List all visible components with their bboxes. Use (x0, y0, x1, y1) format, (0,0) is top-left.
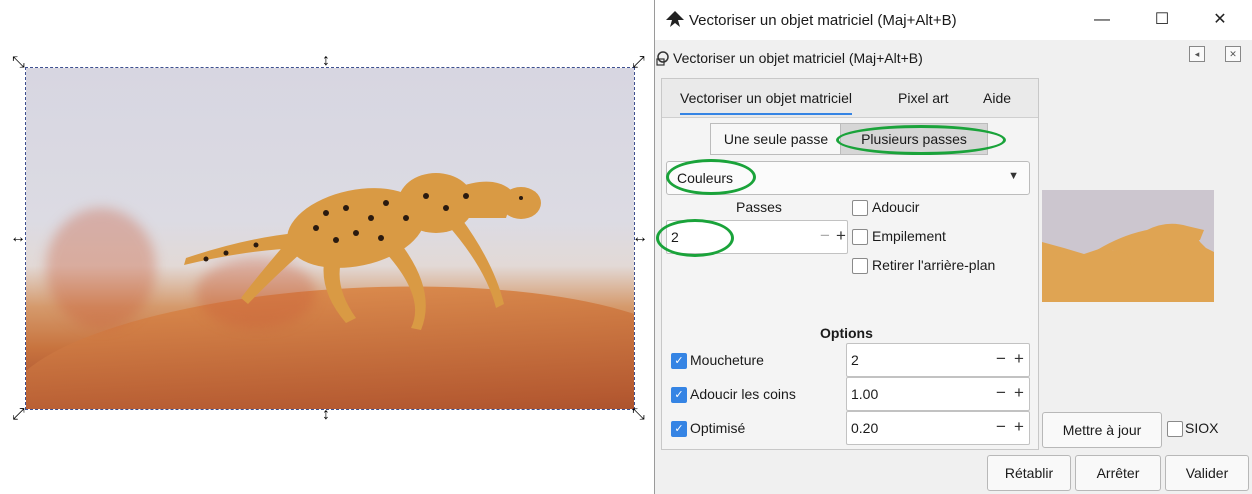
annotation-ellipse (836, 125, 1006, 155)
resize-handle-n-icon[interactable]: ↕ (322, 53, 330, 69)
update-preview-button[interactable]: Mettre à jour (1042, 412, 1162, 448)
resize-handle-nw-icon[interactable]: ⤡ (12, 55, 25, 71)
tab-help[interactable]: Aide (983, 90, 1011, 106)
increment-icon[interactable]: + (833, 225, 849, 247)
optimize-checkbox[interactable]: ✓ (671, 421, 687, 437)
tab-pixel-art[interactable]: Pixel art (898, 90, 949, 106)
close-button[interactable]: ✕ (1205, 8, 1235, 32)
trace-tool-icon (656, 51, 669, 66)
annotation-ellipse (666, 159, 756, 195)
canvas-area: ⤡ ↕ ⤢ ↔ ↔ ⤢ ↕ ⤡ (0, 0, 650, 494)
stop-button[interactable]: Arrêter (1075, 455, 1161, 491)
smooth-checkbox[interactable] (852, 200, 868, 216)
optimize-stepper[interactable]: 0.20 − + (846, 411, 1030, 445)
title-bar: Vectoriser un objet matriciel (Maj+Alt+B… (655, 0, 1252, 40)
remove-background-label: Retirer l'arrière-plan (872, 257, 996, 273)
decrement-icon[interactable]: − (817, 225, 833, 247)
tab-bar: Vectoriser un objet matriciel Pixel art … (662, 79, 1038, 118)
trace-preview (1042, 190, 1214, 302)
speckles-value: 2 (851, 352, 859, 368)
stack-checkbox[interactable] (852, 229, 868, 245)
chevron-down-icon: ▼ (1008, 170, 1019, 182)
optimize-value: 0.20 (851, 420, 879, 436)
decrement-icon[interactable]: − (993, 416, 1009, 438)
speckles-stepper[interactable]: 2 − + (846, 343, 1030, 377)
trace-bitmap-dialog: Vectoriser un objet matriciel (Maj+Alt+B… (654, 0, 1252, 494)
smooth-corners-value: 1.00 (851, 386, 879, 402)
resize-handle-e-icon[interactable]: ↔ (632, 230, 648, 246)
siox-checkbox[interactable] (1167, 421, 1183, 437)
smooth-label: Adoucir (872, 199, 920, 215)
dock-collapse-icon[interactable]: ◂ (1189, 46, 1205, 62)
tab-trace-bitmap[interactable]: Vectoriser un objet matriciel (680, 90, 852, 115)
siox-label: SIOX (1185, 420, 1219, 436)
selection-box (25, 67, 635, 410)
minimize-button[interactable]: — (1087, 8, 1117, 32)
inkscape-logo-icon (666, 11, 684, 27)
resize-handle-sw-icon[interactable]: ⤢ (12, 407, 25, 423)
smooth-corners-checkbox[interactable]: ✓ (671, 387, 687, 403)
reset-button[interactable]: Rétablir (987, 455, 1071, 491)
resize-handle-se-icon[interactable]: ⤡ (632, 407, 645, 423)
speckles-checkbox[interactable]: ✓ (671, 353, 687, 369)
dock-header: Vectoriser un objet matriciel (Maj+Alt+B… (655, 40, 1252, 76)
trace-panel: Vectoriser un objet matriciel Pixel art … (656, 78, 1039, 450)
options-heading: Options (820, 325, 873, 341)
remove-background-checkbox[interactable] (852, 258, 868, 274)
speckles-label: Moucheture (690, 352, 764, 368)
resize-handle-ne-icon[interactable]: ⤢ (632, 55, 645, 71)
stack-label: Empilement (872, 228, 946, 244)
optimize-label: Optimisé (690, 420, 746, 436)
decrement-icon[interactable]: − (993, 348, 1009, 370)
resize-handle-w-icon[interactable]: ↔ (10, 230, 26, 246)
window-title: Vectoriser un objet matriciel (Maj+Alt+B… (689, 12, 957, 29)
passes-label: Passes (736, 199, 782, 215)
dock-title: Vectoriser un objet matriciel (Maj+Alt+B… (673, 50, 923, 66)
preview-image (1042, 223, 1214, 302)
maximize-button[interactable]: ☐ (1147, 8, 1177, 32)
smooth-corners-stepper[interactable]: 1.00 − + (846, 377, 1030, 411)
decrement-icon[interactable]: − (993, 382, 1009, 404)
apply-button[interactable]: Valider (1165, 455, 1249, 491)
smooth-corners-label: Adoucir les coins (690, 386, 796, 402)
resize-handle-s-icon[interactable]: ↕ (322, 407, 330, 423)
increment-icon[interactable]: + (1011, 416, 1027, 438)
increment-icon[interactable]: + (1011, 348, 1027, 370)
dock-close-icon[interactable]: ✕ (1225, 46, 1241, 62)
increment-icon[interactable]: + (1011, 382, 1027, 404)
annotation-ellipse (656, 219, 734, 257)
single-scan-button[interactable]: Une seule passe (710, 123, 842, 155)
